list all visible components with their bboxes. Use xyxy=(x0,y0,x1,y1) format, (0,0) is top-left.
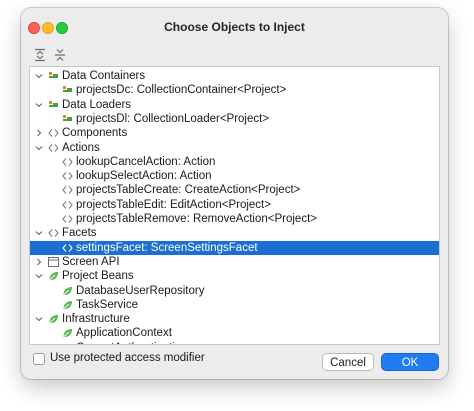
expand-all-button[interactable] xyxy=(31,46,49,64)
spring-leaf-icon xyxy=(61,341,74,344)
protected-access-checkbox[interactable] xyxy=(33,353,45,365)
title-bar: Choose Objects to Inject xyxy=(21,8,448,44)
spring-leaf-icon xyxy=(47,269,60,283)
tree-row[interactable]: settingsFacet: ScreenSettingsFacet xyxy=(30,240,439,255)
code-brackets-icon xyxy=(47,226,60,240)
tree-row-label: Data Containers xyxy=(62,70,146,82)
chevron-down-icon[interactable] xyxy=(34,70,44,82)
code-brackets-icon xyxy=(61,169,74,183)
chevron-down-icon[interactable] xyxy=(34,99,44,111)
code-brackets-icon xyxy=(47,126,60,140)
code-brackets-icon xyxy=(61,198,74,212)
data-icon xyxy=(47,98,60,112)
tree-row-label: projectsDc: CollectionContainer<Project> xyxy=(76,84,287,97)
data-icon xyxy=(61,112,74,126)
tree-row[interactable]: Infrastructure xyxy=(30,312,439,326)
tree-row[interactable]: Components xyxy=(30,126,439,140)
tree-row[interactable]: lookupCancelAction: Action xyxy=(30,155,439,169)
choose-objects-dialog: Choose Objects to Inject Data Containers… xyxy=(21,8,448,379)
chevron-down-icon[interactable] xyxy=(34,227,44,239)
chevron-down-icon[interactable] xyxy=(34,270,44,282)
spring-leaf-icon xyxy=(61,298,74,312)
data-icon xyxy=(61,83,74,97)
chevron-right-icon[interactable] xyxy=(34,127,44,139)
code-brackets-icon xyxy=(61,183,74,197)
tree-row[interactable]: Facets xyxy=(30,226,439,240)
chevron-down-icon[interactable] xyxy=(34,313,44,325)
tree-row[interactable]: Actions xyxy=(30,141,439,155)
tree-row-label: settingsFacet: ScreenSettingsFacet xyxy=(76,241,258,254)
tree-row[interactable]: Screen API xyxy=(30,255,439,269)
ok-button[interactable]: OK xyxy=(381,353,439,371)
tree-row[interactable]: Data Loaders xyxy=(30,98,439,112)
tree-row[interactable]: TaskService xyxy=(30,298,439,312)
tree-row-label: Data Loaders xyxy=(62,98,132,111)
tree-row-label: CurrentAuthentication xyxy=(76,341,187,344)
tree-row[interactable]: projectsTableEdit: EditAction<Project> xyxy=(30,198,439,212)
collapse-all-button[interactable] xyxy=(51,46,69,64)
tree-row-label: lookupCancelAction: Action xyxy=(76,155,216,168)
cancel-button[interactable]: Cancel xyxy=(322,353,374,371)
tree-row[interactable]: projectsDl: CollectionLoader<Project> xyxy=(30,112,439,126)
spring-leaf-icon xyxy=(47,312,60,326)
chevron-right-icon[interactable] xyxy=(34,256,44,268)
code-brackets-icon xyxy=(47,141,60,155)
tree-row-label: projectsTableCreate: CreateAction<Projec… xyxy=(76,184,301,197)
tree-row-label: projectsTableRemove: RemoveAction<Projec… xyxy=(76,213,317,225)
tree-row[interactable]: Data Containers xyxy=(30,69,439,83)
code-brackets-icon xyxy=(61,212,74,226)
tree-row-label: projectsTableEdit: EditAction<Project> xyxy=(76,198,271,211)
tree-row-label: TaskService xyxy=(76,298,138,311)
tree-row[interactable]: projectsTableRemove: RemoveAction<Projec… xyxy=(30,212,439,226)
code-brackets-icon xyxy=(61,241,74,255)
tree-row-label: Infrastructure xyxy=(62,313,130,326)
tree-row-label: Actions xyxy=(62,141,100,154)
expand-all-icon xyxy=(35,48,45,62)
data-icon xyxy=(47,69,60,83)
tree-row[interactable]: Project Beans xyxy=(30,269,439,283)
tree-row-label: Screen API xyxy=(62,255,120,268)
dialog-title: Choose Objects to Inject xyxy=(164,20,305,34)
tree-row-label: ApplicationContext xyxy=(76,327,172,340)
tree-row-label: projectsDl: CollectionLoader<Project> xyxy=(76,112,270,125)
tree-row[interactable]: DatabaseUserRepository xyxy=(30,284,439,298)
protected-access-label: Use protected access modifier xyxy=(50,352,205,364)
tree-row-label: Facets xyxy=(62,227,97,240)
tree-row[interactable]: lookupSelectAction: Action xyxy=(30,169,439,183)
window-icon xyxy=(47,255,60,269)
tree-row-label: Project Beans xyxy=(62,270,134,283)
code-brackets-icon xyxy=(61,155,74,169)
spring-leaf-icon xyxy=(61,326,74,340)
tree-row[interactable]: CurrentAuthentication xyxy=(30,341,439,344)
tree-row[interactable]: projectsDc: CollectionContainer<Project> xyxy=(30,83,439,97)
tree-row[interactable]: projectsTableCreate: CreateAction<Projec… xyxy=(30,183,439,197)
tree-row-label: DatabaseUserRepository xyxy=(76,284,205,297)
chevron-down-icon[interactable] xyxy=(34,142,44,154)
tree-row[interactable]: ApplicationContext xyxy=(30,326,439,340)
tree-row-label: lookupSelectAction: Action xyxy=(76,170,212,183)
collapse-all-icon xyxy=(55,49,65,61)
tree-row-label: Components xyxy=(62,127,128,140)
objects-tree[interactable]: Data Containers projectsDc: CollectionCon… xyxy=(29,66,440,345)
spring-leaf-icon xyxy=(61,284,74,298)
